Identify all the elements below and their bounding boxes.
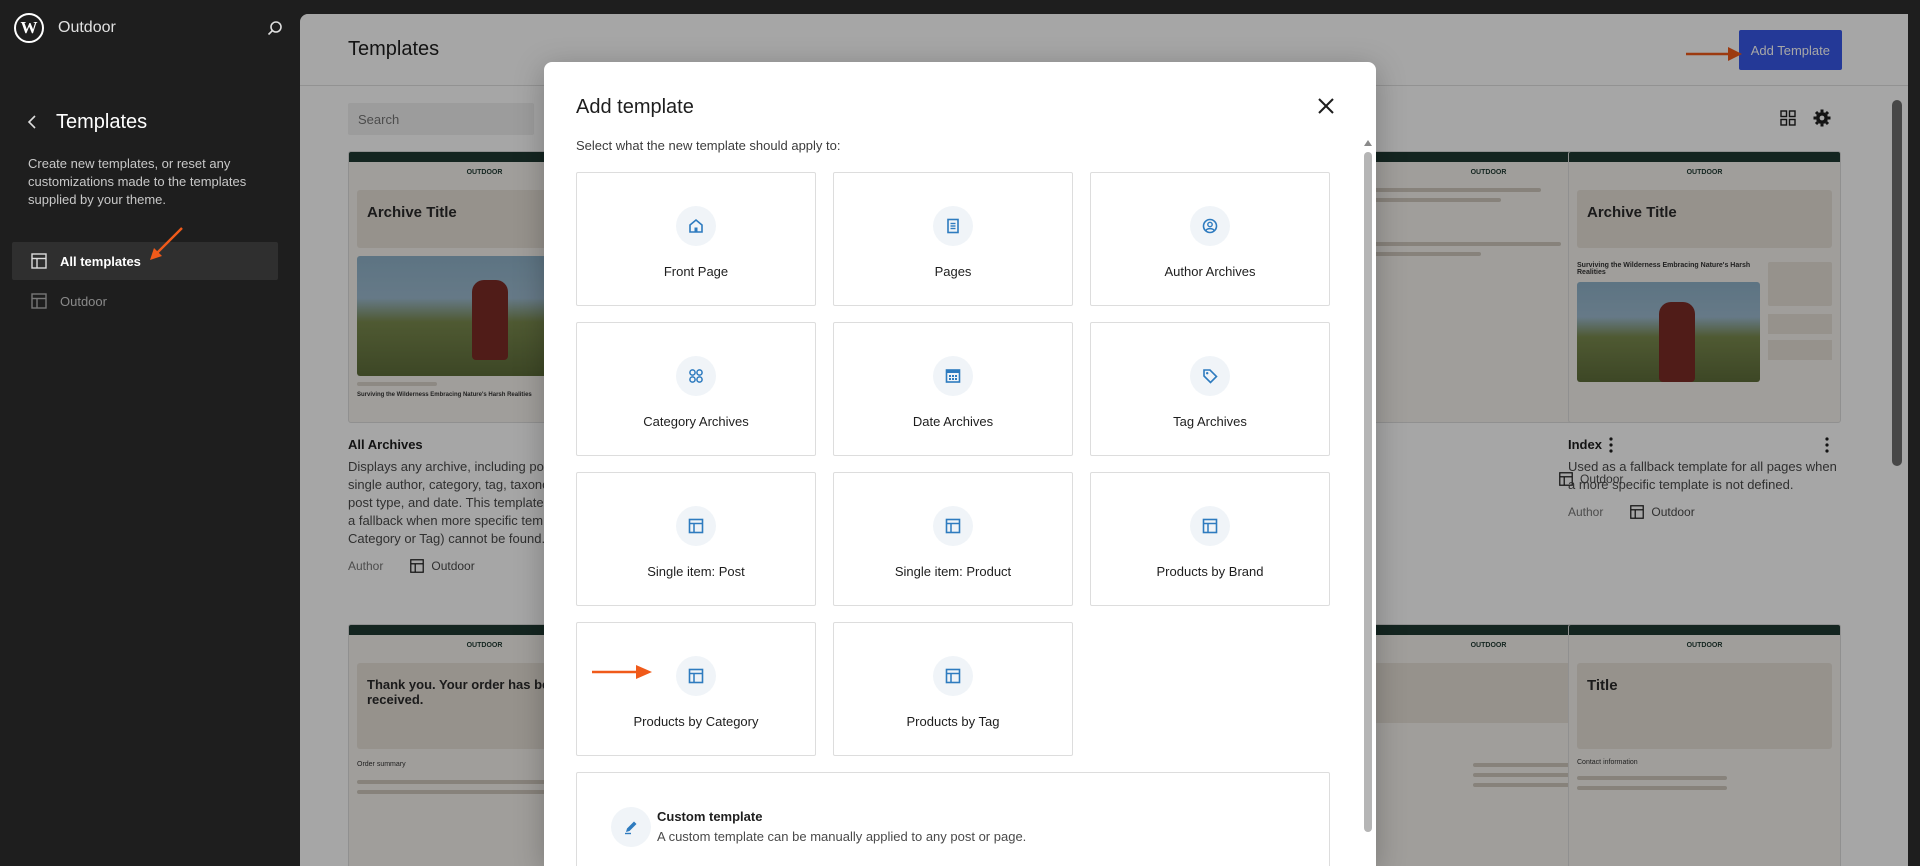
tile-label: Single item: Product: [894, 564, 1012, 579]
tile-products-by-category[interactable]: Products by Category: [576, 622, 816, 756]
back-chevron-icon[interactable]: [22, 110, 42, 134]
modal-subtitle: Select what the new template should appl…: [576, 138, 841, 153]
sidebar-header: W Outdoor: [14, 12, 286, 44]
custom-template-title: Custom template: [657, 809, 763, 824]
tile-label: Tag Archives: [1173, 414, 1247, 429]
tile-label: Category Archives: [643, 414, 749, 429]
tile-label: Products by Category: [633, 714, 759, 729]
author-icon: [1190, 206, 1230, 246]
close-icon[interactable]: [1312, 92, 1340, 120]
sidebar: W Outdoor Templates Create new templates…: [0, 0, 300, 866]
tile-label: Products by Tag: [906, 714, 1000, 729]
tile-label: Products by Brand: [1156, 564, 1264, 579]
tile-label: Front Page: [663, 264, 729, 279]
tile-date-archives[interactable]: Date Archives: [833, 322, 1073, 456]
tile-custom-template[interactable]: Custom template A custom template can be…: [576, 772, 1330, 866]
layout-icon: [1190, 506, 1230, 546]
layout-icon: [933, 656, 973, 696]
tile-pages[interactable]: Pages: [833, 172, 1073, 306]
scroll-up-icon[interactable]: [1364, 140, 1372, 146]
wordpress-logo-icon[interactable]: W: [14, 13, 44, 43]
tile-products-by-brand[interactable]: Products by Brand: [1090, 472, 1330, 606]
home-icon: [676, 206, 716, 246]
layout-icon: [676, 656, 716, 696]
scrollbar-thumb[interactable]: [1364, 152, 1372, 832]
category-icon: [676, 356, 716, 396]
tile-category-archives[interactable]: Category Archives: [576, 322, 816, 456]
tile-label: Date Archives: [912, 414, 994, 429]
tile-products-by-tag[interactable]: Products by Tag: [833, 622, 1073, 756]
add-template-modal: Add template Select what the new templat…: [544, 62, 1376, 866]
layout-icon: [31, 293, 47, 309]
site-name[interactable]: Outdoor: [58, 19, 116, 37]
modal-scrollbar[interactable]: [1364, 140, 1372, 840]
custom-template-description: A custom template can be manually applie…: [657, 829, 1027, 844]
layout-icon: [933, 506, 973, 546]
sidebar-title: Templates: [56, 110, 148, 133]
tile-author-archives[interactable]: Author Archives: [1090, 172, 1330, 306]
modal-title: Add template: [576, 96, 694, 118]
sidebar-item-all-templates[interactable]: All templates: [12, 242, 278, 280]
sidebar-item-label: All templates: [60, 253, 141, 269]
layout-icon: [676, 506, 716, 546]
tile-tag-archives[interactable]: Tag Archives: [1090, 322, 1330, 456]
sidebar-item-outdoor[interactable]: Outdoor: [12, 282, 278, 320]
annotation-arrow-icon: [150, 227, 183, 260]
tile-label: Author Archives: [1164, 264, 1256, 279]
tile-label: Pages: [934, 264, 972, 279]
tag-icon: [1190, 356, 1230, 396]
tile-single-item-post[interactable]: Single item: Post: [576, 472, 816, 606]
tile-label: Single item: Post: [647, 564, 745, 579]
tile-single-item-product[interactable]: Single item: Product: [833, 472, 1073, 606]
pencil-icon: [611, 807, 651, 847]
search-icon[interactable]: [264, 17, 286, 39]
layout-icon: [31, 253, 47, 269]
tile-front-page[interactable]: Front Page: [576, 172, 816, 306]
sidebar-title-row: Templates: [22, 110, 147, 134]
calendar-icon: [933, 356, 973, 396]
sidebar-item-label: Outdoor: [60, 293, 107, 309]
sidebar-description: Create new templates, or reset any custo…: [28, 156, 247, 207]
annotation-arrow-icon: [592, 665, 652, 679]
page-icon: [933, 206, 973, 246]
